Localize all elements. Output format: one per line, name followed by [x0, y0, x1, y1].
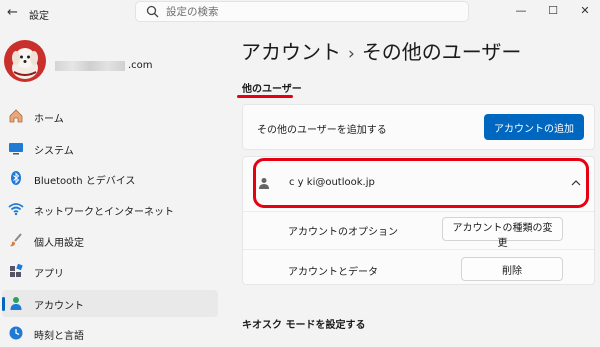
- change-account-type-button[interactable]: アカウントの種類の変更: [442, 217, 563, 249]
- breadcrumb-separator: ›: [348, 44, 355, 64]
- minimize-button[interactable]: —: [506, 0, 536, 22]
- person-icon: [10, 297, 22, 310]
- add-account-button[interactable]: アカウントの追加: [484, 114, 584, 140]
- avatar[interactable]: [4, 40, 46, 82]
- clock-icon: [9, 326, 23, 340]
- bluetooth-icon: [11, 171, 21, 185]
- back-arrow-icon[interactable]: ←: [7, 5, 18, 20]
- breadcrumb-current: その他のユーザー: [361, 40, 522, 64]
- nav-item-home[interactable]: ホーム: [2, 103, 218, 130]
- search-icon: [146, 5, 159, 18]
- breadcrumb-parent[interactable]: アカウント: [241, 40, 341, 64]
- apps-icon: [10, 263, 23, 277]
- profile-email-suffix: .com: [128, 60, 153, 71]
- nav-item-network[interactable]: ネットワークとインターネット: [2, 196, 218, 223]
- app-title: 設定: [29, 11, 49, 22]
- kiosk-section-title: キオスク モードを設定する: [242, 320, 366, 331]
- dog-avatar-image: [12, 48, 38, 79]
- monitor-icon: [9, 143, 23, 155]
- home-icon: [9, 109, 23, 123]
- account-data-label: アカウントとデータ: [288, 267, 378, 278]
- search-input[interactable]: [166, 4, 456, 19]
- account-options-label: アカウントのオプション: [288, 227, 398, 238]
- section-title: 他のユーザー: [242, 84, 302, 95]
- divider: [243, 211, 594, 212]
- delete-button[interactable]: 削除: [461, 257, 563, 281]
- nav-item-bluetooth[interactable]: Bluetooth とデバイス: [2, 165, 218, 192]
- blurred-email: [55, 61, 125, 71]
- page-title: アカウント › その他のユーザー: [241, 36, 521, 65]
- highlight-underline: [237, 95, 293, 98]
- wifi-icon: [8, 203, 24, 216]
- title-bar: ← 設定 — ☐ ✕: [0, 0, 600, 26]
- add-user-card: その他のユーザーを追加する アカウントの追加: [242, 104, 595, 150]
- add-user-label: その他のユーザーを追加する: [257, 125, 387, 136]
- close-button[interactable]: ✕: [570, 0, 600, 22]
- brush-icon: [10, 233, 22, 247]
- nav-item-system[interactable]: システム: [2, 135, 218, 162]
- divider: [243, 249, 594, 250]
- highlight-box: [253, 158, 589, 208]
- search-box[interactable]: [135, 1, 469, 22]
- nav-item-apps[interactable]: アプリ: [2, 258, 218, 285]
- active-indicator: [2, 297, 5, 311]
- nav-item-accounts[interactable]: アカウント: [2, 290, 218, 317]
- maximize-button[interactable]: ☐: [538, 0, 568, 22]
- nav-item-personalization[interactable]: 個人用設定: [2, 227, 218, 254]
